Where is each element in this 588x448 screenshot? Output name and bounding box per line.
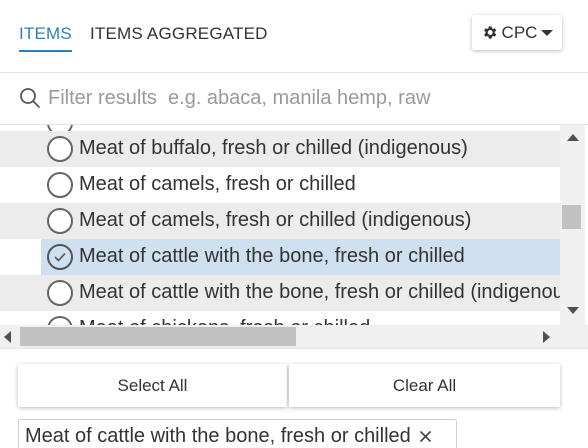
list-item-label: Meat of cattle with the bone, fresh or c… xyxy=(79,281,560,303)
items-list: Meat of buffalo, fresh or chilled (indig… xyxy=(0,125,560,325)
tab-items-aggregated[interactable]: ITEMS AGGREGATED xyxy=(90,24,268,44)
list-item[interactable]: Meat of chickens, fresh or chilled xyxy=(0,311,560,325)
vertical-scroll-thumb[interactable] xyxy=(562,205,581,229)
list-item-label: Meat of camels, fresh or chilled xyxy=(79,173,356,195)
radio-button-checked[interactable] xyxy=(47,244,73,270)
list-item-label: Meat of buffalo, fresh or chilled (indig… xyxy=(79,137,468,159)
radio-button[interactable] xyxy=(47,136,73,162)
chip-label: Meat of cattle with the bone, fresh or c… xyxy=(25,424,411,447)
filter-input[interactable] xyxy=(48,83,568,113)
classification-label: CPC xyxy=(501,22,538,42)
caret-down-icon xyxy=(541,29,554,37)
list-item[interactable]: Meat of camels, fresh or chilled (indige… xyxy=(0,203,560,239)
tab-items[interactable]: ITEMS xyxy=(19,24,72,52)
list-item-label: Meat of chickens, fresh or chilled xyxy=(79,317,370,325)
scrollbar-corner xyxy=(560,325,588,348)
vertical-scrollbar[interactable] xyxy=(560,125,585,325)
select-all-button[interactable]: Select All xyxy=(18,364,287,407)
list-item-selected[interactable]: Meat of cattle with the bone, fresh or c… xyxy=(0,239,560,275)
list-item[interactable]: Meat of buffalo, fresh or chilled (indig… xyxy=(0,131,560,167)
scroll-down-arrow-icon[interactable] xyxy=(567,307,579,314)
horizontal-scroll-thumb[interactable] xyxy=(20,327,296,346)
radio-button[interactable] xyxy=(47,172,73,198)
clear-all-button[interactable]: Clear All xyxy=(289,364,560,407)
filter-bar xyxy=(0,73,588,125)
list-item[interactable]: Meat of cattle with the bone, fresh or c… xyxy=(0,275,560,311)
list-item-label: Meat of cattle with the bone, fresh or c… xyxy=(79,245,465,267)
scroll-left-arrow-icon[interactable] xyxy=(4,331,11,343)
search-icon xyxy=(19,87,41,114)
list-divider xyxy=(0,348,588,349)
radio-button[interactable] xyxy=(47,208,73,234)
radio-button[interactable] xyxy=(47,280,73,306)
scroll-right-arrow-icon[interactable] xyxy=(543,331,550,343)
gear-icon xyxy=(481,24,498,41)
list-item[interactable]: Meat of camels, fresh or chilled xyxy=(0,167,560,203)
list-item-label: Meat of camels, fresh or chilled (indige… xyxy=(79,209,472,231)
radio-button[interactable] xyxy=(47,316,73,325)
scroll-up-arrow-icon[interactable] xyxy=(567,134,579,141)
classification-dropdown-button[interactable]: CPC xyxy=(472,15,562,50)
selected-item-chip: Meat of cattle with the bone, fresh or c… xyxy=(18,419,457,448)
horizontal-scrollbar[interactable] xyxy=(0,325,560,348)
close-icon[interactable] xyxy=(419,430,432,443)
check-icon xyxy=(54,252,66,262)
tab-bar: ITEMS ITEMS AGGREGATED CPC xyxy=(0,0,588,72)
